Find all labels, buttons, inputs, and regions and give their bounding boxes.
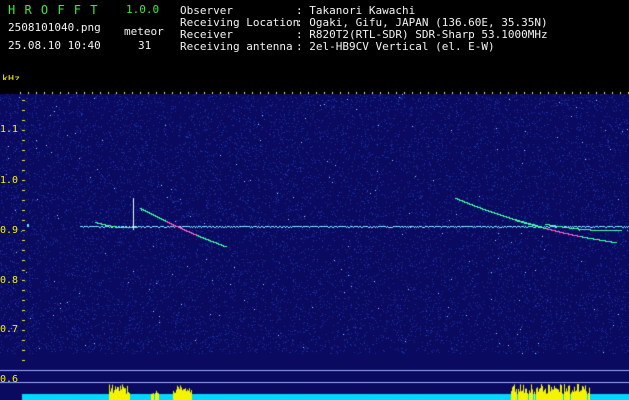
file-timestamp: 25.08.10 10:40 [8, 39, 101, 52]
y-tick-1-0: 1.0 [0, 175, 19, 186]
antenna-label: Receiving antenna [180, 40, 293, 53]
antenna-value: : 2el-HB9CV Vertical (el. E-W) [296, 40, 495, 53]
y-tick-0-8: 0.8 [0, 275, 19, 286]
file-name: 2508101040.png [8, 21, 101, 34]
y-tick-0-9: 0.9 [0, 225, 19, 236]
app-name: H R O F F T [8, 3, 99, 17]
app-version: 1.0.0 [126, 3, 160, 16]
y-tick-0-6: 0.6 [0, 374, 19, 385]
header-panel: H R O F F T 1.0.0 2508101040.png meteor … [0, 0, 629, 91]
detection-count: 31 [138, 39, 152, 52]
y-tick-0-7: 0.7 [0, 324, 19, 335]
y-tick-1-1: 1.1 [0, 124, 19, 135]
detection-label: meteor [124, 25, 164, 38]
spectrogram-canvas [0, 80, 629, 400]
